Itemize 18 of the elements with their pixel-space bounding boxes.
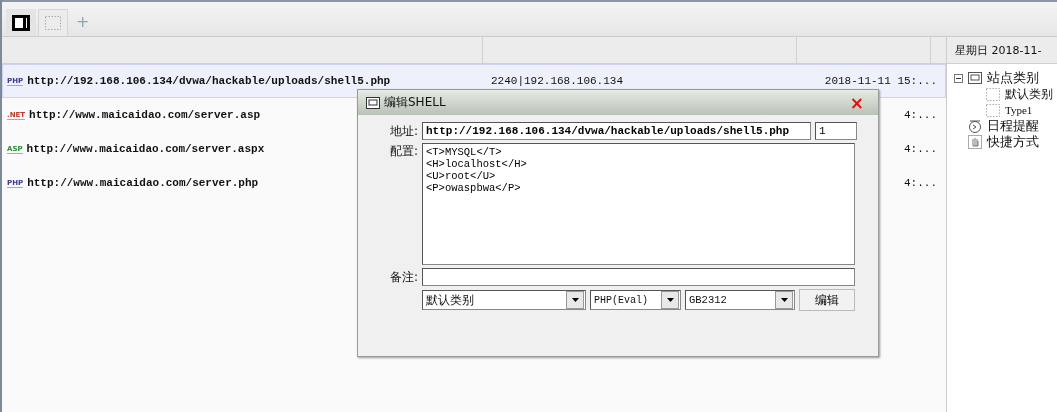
tree-label: Type1 [1005, 104, 1033, 116]
time-text: 4:... [904, 109, 937, 121]
url-text: http://www.maicaidao.com/server.php [27, 177, 259, 189]
field-label: 地址: [388, 122, 418, 140]
date-text: 星期日 2018-11- [955, 42, 1042, 58]
field-label: 备注: [388, 268, 418, 286]
time-text: 4:... [904, 177, 937, 189]
tree-label: 日程提醒 [987, 117, 1039, 135]
url-text: http://www.maicaidao.com/server.aspx [26, 143, 265, 155]
ip-text: 2240|192.168.106.134 [491, 75, 624, 87]
tree-label: 站点类别 [987, 69, 1039, 87]
url-text: http://192.168.106.134/dvwa/hackable/uploads/shell5.php [27, 75, 391, 87]
time-text: 2018-11-11 15:... [824, 75, 937, 87]
tree-label: 默认类别 [1005, 85, 1053, 103]
field-label: 配置: [388, 143, 418, 160]
time-text: 4:... [904, 143, 937, 155]
url-text: http://www.maicaidao.com/server.asp [29, 109, 261, 121]
tree-label: 快捷方式 [987, 133, 1039, 151]
